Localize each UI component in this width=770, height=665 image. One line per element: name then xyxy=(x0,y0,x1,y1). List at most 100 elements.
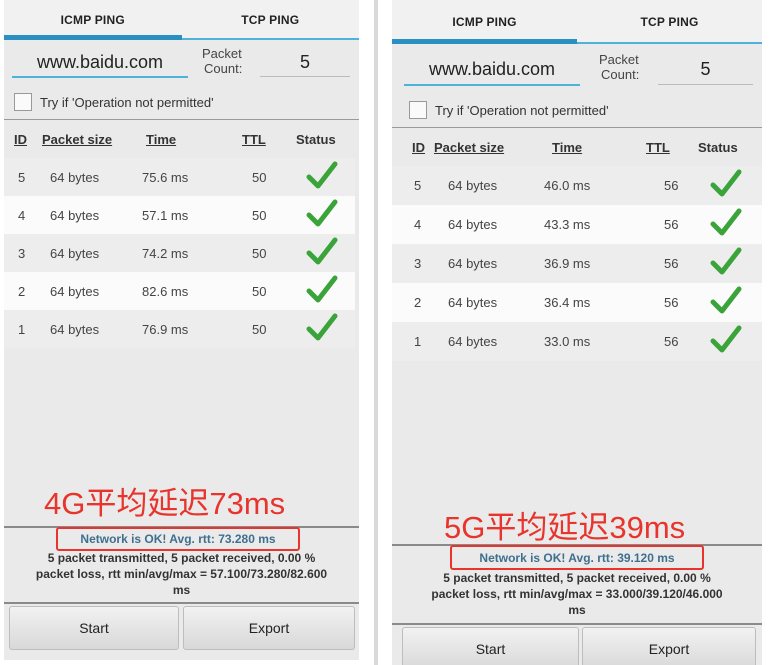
tab-bar: ICMP PING TCP PING xyxy=(392,0,762,44)
cell-id: 3 xyxy=(18,245,26,261)
header-status: Status xyxy=(698,139,738,155)
ping-summary: 5 packet transmitted, 5 packet received,… xyxy=(431,571,723,617)
tab-icmp-ping[interactable]: ICMP PING xyxy=(392,0,577,44)
cell-ttl: 50 xyxy=(252,283,267,299)
cell-id: 4 xyxy=(18,207,26,223)
header-packet-size: Packet size xyxy=(434,139,505,155)
separator xyxy=(4,602,359,604)
cell-time: 36.9 ms xyxy=(544,256,591,271)
cell-packet-size: 64 bytes xyxy=(448,217,498,232)
permission-checkbox-row[interactable]: Try if 'Operation not permitted' xyxy=(409,101,609,119)
cell-ttl: 56 xyxy=(664,217,679,232)
check-icon xyxy=(306,313,338,346)
cell-status xyxy=(290,310,355,348)
table-row: 2 64 bytes 36.4 ms 56 xyxy=(392,283,762,322)
cell-packet-size: 64 bytes xyxy=(448,334,498,349)
tab-icmp-ping[interactable]: ICMP PING xyxy=(4,0,182,40)
cell-status xyxy=(290,196,355,234)
cell-status xyxy=(290,234,355,272)
table-row: 5 64 bytes 46.0 ms 56 xyxy=(392,166,762,205)
table-row: 3 64 bytes 36.9 ms 56 xyxy=(392,244,762,283)
latency-annotation: 4G平均延迟73ms xyxy=(44,486,286,521)
table-row: 3 64 bytes 74.2 ms 50 xyxy=(4,234,355,272)
cell-id: 5 xyxy=(18,169,26,185)
cell-status xyxy=(696,283,762,322)
cell-ttl: 56 xyxy=(664,256,679,271)
cell-time: 46.0 ms xyxy=(544,178,591,193)
cell-time: 36.4 ms xyxy=(544,295,591,310)
cell-id: 2 xyxy=(18,283,26,299)
cell-time: 33.0 ms xyxy=(544,334,591,349)
cell-packet-size: 64 bytes xyxy=(50,245,100,261)
cell-packet-size: 64 bytes xyxy=(448,256,498,271)
check-icon xyxy=(306,237,338,270)
header-id: ID xyxy=(412,139,425,155)
cell-time: 57.1 ms xyxy=(142,207,189,223)
ping-results-table: ID Packet size Time TTL Status 5 64 byte… xyxy=(4,120,355,348)
permission-checkbox-label: Try if 'Operation not permitted' xyxy=(435,102,609,118)
ping-panel-5g: ICMP PING TCP PING www.baidu.com Packet … xyxy=(392,0,762,665)
cell-ttl: 50 xyxy=(252,207,267,223)
permission-checkbox-row[interactable]: Try if 'Operation not permitted' xyxy=(14,93,214,111)
header-ttl: TTL xyxy=(242,131,266,147)
cell-ttl: 56 xyxy=(664,334,679,349)
permission-checkbox[interactable] xyxy=(409,101,427,119)
check-icon xyxy=(710,286,742,319)
cell-id: 2 xyxy=(414,295,422,310)
ping-panel-4g: ICMP PING TCP PING www.baidu.com Packet … xyxy=(4,0,359,660)
packet-count-label: Packet Count: xyxy=(599,52,640,82)
cell-packet-size: 64 bytes xyxy=(50,169,100,185)
table-row: 2 64 bytes 82.6 ms 50 xyxy=(4,272,355,310)
cell-time: 43.3 ms xyxy=(544,217,591,232)
check-icon xyxy=(306,161,338,194)
cell-time: 75.6 ms xyxy=(142,169,189,185)
header-id: ID xyxy=(14,131,27,147)
tab-tcp-ping[interactable]: TCP PING xyxy=(182,0,360,40)
cell-packet-size: 64 bytes xyxy=(448,178,498,193)
cell-status xyxy=(696,322,762,361)
table-row: 5 64 bytes 75.6 ms 50 xyxy=(4,158,355,196)
tab-active-indicator xyxy=(4,35,182,40)
start-button[interactable]: Start xyxy=(9,606,179,650)
cell-status xyxy=(696,205,762,244)
tab-tcp-ping[interactable]: TCP PING xyxy=(577,0,762,44)
start-button[interactable]: Start xyxy=(402,627,579,665)
check-icon xyxy=(710,247,742,280)
permission-checkbox[interactable] xyxy=(14,93,32,111)
header-time: Time xyxy=(552,139,583,155)
cell-ttl: 56 xyxy=(664,178,679,193)
host-input[interactable]: www.baidu.com xyxy=(12,48,188,78)
cell-time: 74.2 ms xyxy=(142,245,189,261)
header-ttl: TTL xyxy=(646,139,670,155)
cell-id: 5 xyxy=(414,178,422,193)
packet-count-input[interactable]: 5 xyxy=(658,54,753,85)
cell-time: 76.9 ms xyxy=(142,321,189,337)
host-input[interactable]: www.baidu.com xyxy=(404,54,580,86)
cell-id: 1 xyxy=(18,321,26,337)
network-status: Network is OK! Avg. rtt: 39.120 ms xyxy=(450,545,704,570)
cell-packet-size: 64 bytes xyxy=(50,283,100,299)
packet-count-input[interactable]: 5 xyxy=(260,48,350,77)
cell-status xyxy=(290,158,355,196)
cell-packet-size: 64 bytes xyxy=(50,321,100,337)
cell-packet-size: 64 bytes xyxy=(50,207,100,223)
cell-ttl: 50 xyxy=(252,321,267,337)
table-row: 4 64 bytes 57.1 ms 50 xyxy=(4,196,355,234)
cell-time: 82.6 ms xyxy=(142,283,189,299)
export-button[interactable]: Export xyxy=(582,627,756,665)
header-time: Time xyxy=(146,131,177,147)
table-row: 4 64 bytes 43.3 ms 56 xyxy=(392,205,762,244)
export-button[interactable]: Export xyxy=(183,606,355,650)
cell-id: 4 xyxy=(414,217,422,232)
check-icon xyxy=(710,169,742,202)
check-icon xyxy=(306,199,338,232)
cell-ttl: 50 xyxy=(252,245,267,261)
cell-status xyxy=(696,244,762,283)
cell-status xyxy=(696,166,762,205)
ping-summary: 5 packet transmitted, 5 packet received,… xyxy=(35,551,328,597)
tab-bar: ICMP PING TCP PING xyxy=(4,0,359,40)
table-header-row: ID Packet size Time TTL Status xyxy=(4,120,355,158)
ping-results-table: ID Packet size Time TTL Status 5 64 byte… xyxy=(392,128,762,361)
packet-count-label: Packet Count: xyxy=(202,46,243,76)
table-row: 1 64 bytes 76.9 ms 50 xyxy=(4,310,355,348)
